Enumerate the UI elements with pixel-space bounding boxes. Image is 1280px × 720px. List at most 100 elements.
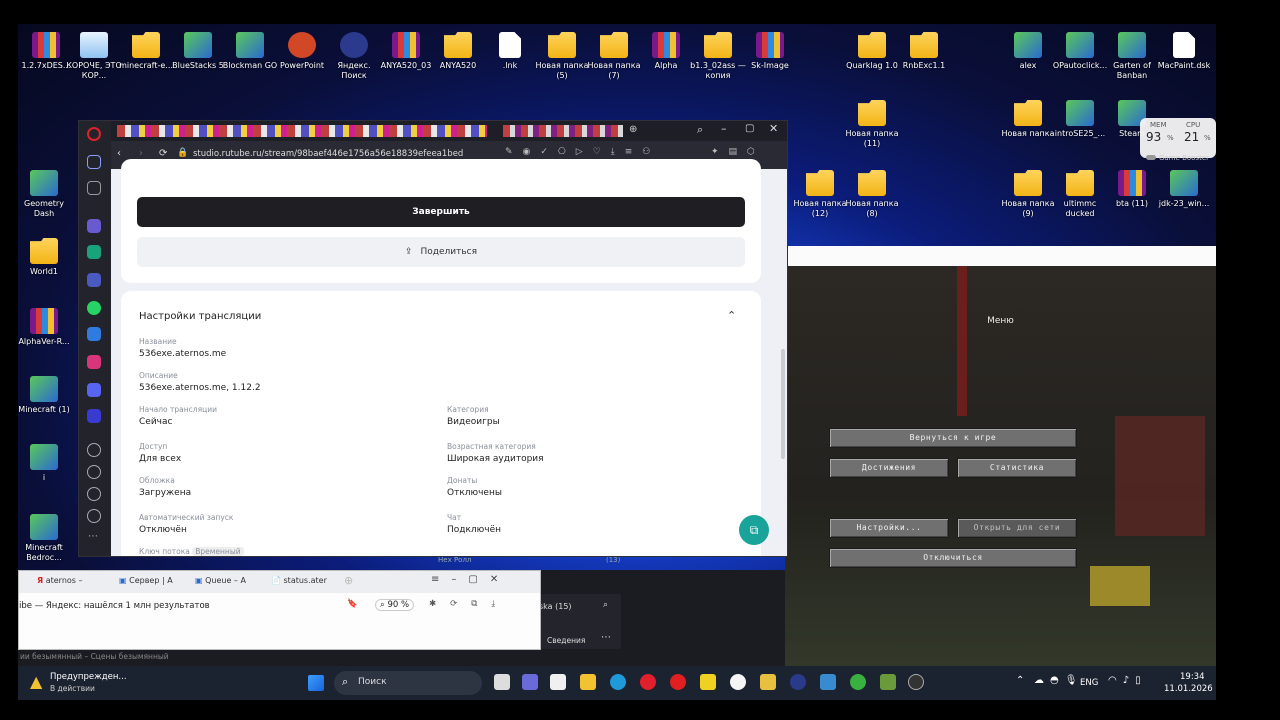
start-button[interactable]	[308, 675, 324, 691]
yandex-tab-1[interactable]: Я aternos –	[37, 576, 83, 585]
desktop-icon[interactable]: КОРОЧЕ, ЭТО КОР...	[66, 24, 122, 81]
rutube-browser-window[interactable]: ⋯ ⊕ ⌕ – ▢ ✕ ‹ › ⟳ 🔒 studio.rutube.ru/str…	[78, 120, 788, 557]
desktop-icon[interactable]: ANYA520	[430, 24, 486, 71]
desktop-icon[interactable]: Quarklag 1.0	[844, 24, 900, 71]
finish-button[interactable]: Завершить	[137, 197, 745, 227]
desktop-icon[interactable]: OPautoclick...	[1052, 24, 1108, 71]
settings-icon[interactable]	[87, 487, 101, 501]
open-to-lan-button[interactable]: Открыть для сети	[957, 518, 1077, 538]
maximize-icon[interactable]: ▢	[745, 123, 754, 134]
share-button[interactable]: ⇪ Поделиться	[137, 237, 745, 267]
instagram-icon[interactable]	[87, 355, 101, 369]
address-field[interactable]: studio.rutube.ru/stream/98baef446e1756a5…	[193, 149, 463, 159]
player-icon[interactable]	[87, 409, 101, 423]
achievements-button[interactable]: Достижения	[829, 458, 949, 478]
tray-icons[interactable]: ☁◓🎙	[1034, 675, 1083, 686]
options-button[interactable]: Настройки...	[829, 518, 949, 538]
game-booster-label[interactable]: Game Booster	[1146, 154, 1209, 162]
desktop-icon[interactable]: Новая папка (7)	[586, 24, 642, 81]
game-icon[interactable]	[760, 674, 776, 690]
info-tab[interactable]: Сведения	[547, 636, 585, 645]
yandex-icon[interactable]	[670, 674, 686, 690]
app-icon[interactable]	[700, 674, 716, 690]
perf-widget[interactable]: MEM CPU 93 21 % %	[1140, 118, 1216, 158]
tab-strip-2[interactable]	[503, 125, 623, 137]
desktop-icon[interactable]: Alpha	[638, 24, 694, 71]
minecraft-window[interactable]: Меню Вернуться к игре Достижения Статист…	[785, 246, 1216, 666]
desktop-icon[interactable]: World1	[18, 230, 72, 277]
explorer-icon[interactable]	[580, 674, 596, 690]
desktop-icon[interactable]: b1.3_02ass — копия	[690, 24, 746, 81]
aria-icon[interactable]	[87, 219, 101, 233]
desktop-icon[interactable]: Blockman GO	[222, 24, 278, 71]
tab-group-panel[interactable]: ska (15) ⌕ Сведения ⋯	[539, 594, 621, 649]
disconnect-button[interactable]: Отключиться	[829, 548, 1077, 568]
collapse-chevron-icon[interactable]: ⌃	[727, 309, 736, 322]
calendar-icon[interactable]	[550, 674, 566, 690]
forward-icon[interactable]: ›	[139, 148, 143, 159]
desktop-icon[interactable]: Garten of Banban	[1104, 24, 1160, 81]
teams-icon[interactable]	[522, 674, 538, 690]
search-result-bar[interactable]: ibe — Яндекс: нашёлся 1 млн результатов …	[19, 597, 540, 617]
tlauncher-icon[interactable]	[850, 674, 866, 690]
scrollbar-thumb[interactable]	[781, 349, 785, 459]
toolbar-icons[interactable]: ✱⟳⧉⤓	[429, 599, 509, 609]
history-icon[interactable]	[87, 465, 101, 479]
taskbar-search[interactable]: ⌕ Поиск	[334, 671, 482, 695]
network-volume-icons[interactable]: ◠♪▯	[1108, 675, 1147, 686]
desktop-icon[interactable]: Minecraft (1)	[18, 368, 72, 415]
desktop-icon[interactable]: Новая папка (11)	[844, 92, 900, 149]
desktop-icon[interactable]: Новая папка	[1000, 92, 1056, 139]
favorites-icon[interactable]	[87, 443, 101, 457]
yandex-search-icon[interactable]	[790, 674, 806, 690]
address-toolbar-icons[interactable]: ✎◉✓⎔▷♡⤓≡⚇	[505, 147, 660, 157]
desktop-icon[interactable]: alex	[1000, 24, 1056, 71]
clock-date[interactable]: 11.01.2026	[1164, 684, 1213, 694]
notepad-icon[interactable]	[820, 674, 836, 690]
whatsapp-icon[interactable]	[87, 301, 101, 315]
search-icon[interactable]: ⌕	[603, 600, 608, 610]
yandex-tab-4[interactable]: 📄 status.ater	[271, 576, 327, 585]
yandex-tab-2[interactable]: ▣ Сервер | A	[119, 576, 173, 585]
yandex-browser-icon[interactable]	[730, 674, 746, 690]
desktop-icon[interactable]: i	[18, 436, 72, 483]
desktop-icon[interactable]: introSE25_...	[1052, 92, 1108, 139]
desktop-icon[interactable]: Geometry Dash	[18, 162, 72, 219]
tips-icon[interactable]	[87, 509, 101, 523]
back-icon[interactable]: ‹	[117, 148, 121, 159]
desktop-icon[interactable]: .lnk	[482, 24, 538, 71]
clock-time[interactable]: 19:34	[1180, 672, 1205, 682]
window-controls[interactable]: ≡–▢✕	[431, 574, 510, 585]
more-icon[interactable]: ⋯	[601, 632, 611, 643]
search-tabs-icon[interactable]: ⌕	[697, 123, 703, 137]
reload-icon[interactable]: ⟳	[159, 148, 167, 159]
new-tab-icon[interactable]: ⊕	[344, 574, 353, 587]
bookmarks-icon[interactable]	[87, 181, 101, 195]
close-icon[interactable]: ✕	[769, 122, 778, 135]
tab-strip[interactable]	[117, 125, 487, 137]
desktop-icon[interactable]: RnbExc1.1	[896, 24, 952, 71]
chatgpt-icon[interactable]	[87, 245, 101, 259]
desktop-icon[interactable]: Minecraft Bedroc...	[18, 506, 72, 563]
back-to-game-button[interactable]: Вернуться к игре	[829, 428, 1077, 448]
edge-icon[interactable]	[610, 674, 626, 690]
home-icon[interactable]	[87, 155, 101, 169]
desktop-icon[interactable]: Яндекс. Поиск	[326, 24, 382, 81]
minimize-icon[interactable]: –	[721, 122, 727, 135]
yandex-browser-window[interactable]: Я aternos – ▣ Сервер | A ▣ Queue – A 📄 s…	[18, 570, 541, 650]
obs-icon[interactable]	[908, 674, 924, 690]
tray-chevron-icon[interactable]: ⌃	[1016, 675, 1024, 686]
desktop-icon[interactable]: Sk-Image	[742, 24, 798, 71]
desktop-icon[interactable]: PowerPoint	[274, 24, 330, 71]
zoom-indicator[interactable]: ⌕ 90 %	[375, 599, 415, 611]
desktop-icon[interactable]: Новая папка (5)	[534, 24, 590, 81]
desktop-icon[interactable]: BlueStacks 5	[170, 24, 226, 71]
language-indicator[interactable]: ENG	[1080, 678, 1098, 688]
desktop-icon[interactable]: Новая папка (9)	[1000, 162, 1056, 219]
extensions-icons[interactable]: ✦▤⬡	[711, 147, 765, 157]
desktop-icon[interactable]: MacPaint.dsk	[1156, 24, 1212, 71]
yandex-tab-3[interactable]: ▣ Queue – A	[195, 576, 246, 585]
opera-icon[interactable]	[640, 674, 656, 690]
vk-icon[interactable]	[87, 327, 101, 341]
discord-icon[interactable]	[87, 383, 101, 397]
